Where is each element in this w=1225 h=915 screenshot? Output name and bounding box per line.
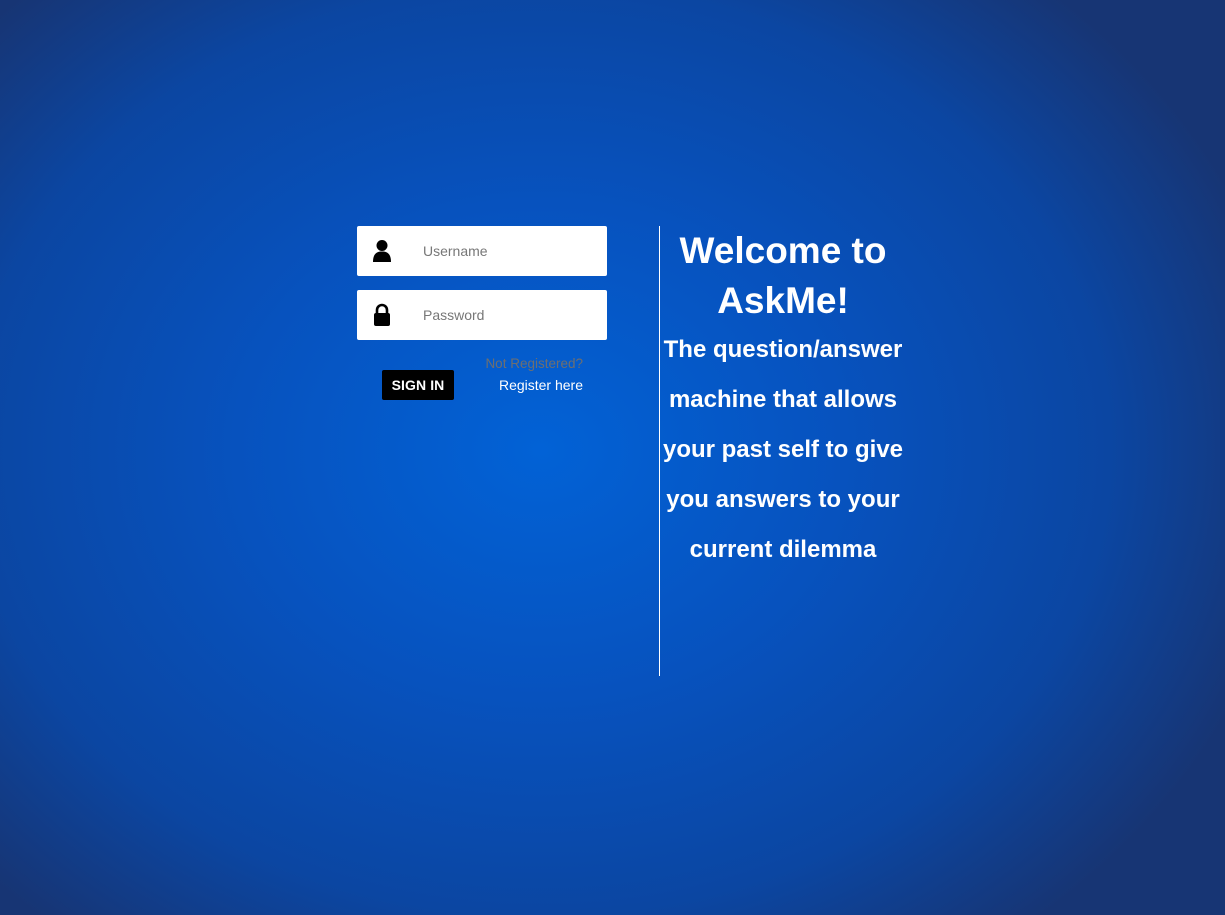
lock-icon [372, 303, 392, 327]
user-icon [372, 239, 392, 263]
username-input[interactable] [423, 226, 598, 276]
password-input[interactable] [423, 290, 598, 340]
register-link[interactable]: Register here [499, 377, 583, 393]
welcome-title: Welcome to AskMe! [679, 230, 887, 321]
sign-in-button[interactable]: SIGN IN [382, 370, 454, 400]
tagline-text: The question/answer machine that allows … [662, 336, 904, 563]
password-field[interactable] [357, 290, 607, 340]
not-registered-text: Not Registered? [485, 356, 583, 371]
username-field[interactable] [357, 226, 607, 276]
